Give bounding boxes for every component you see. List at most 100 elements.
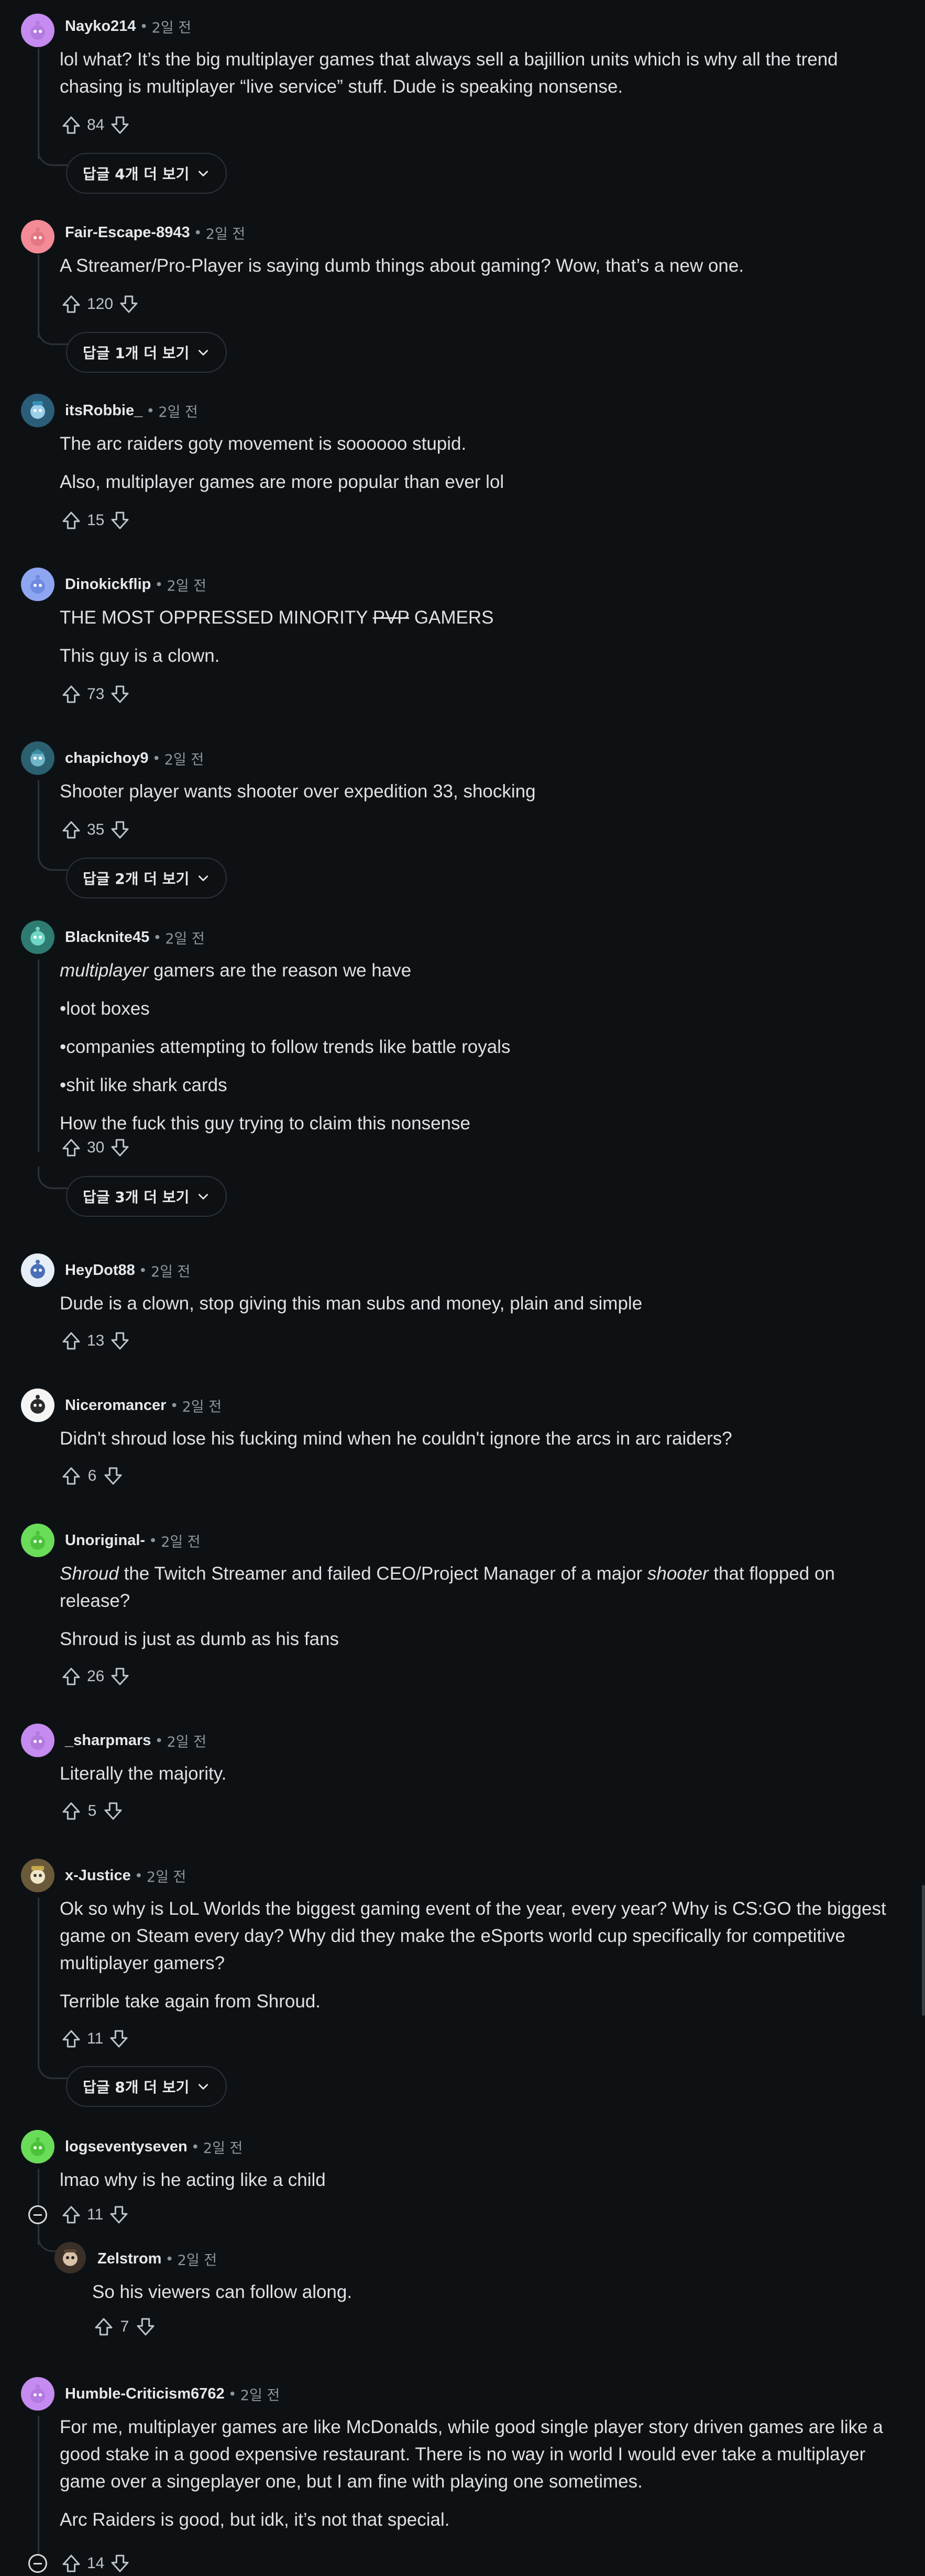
username[interactable]: Fair-Escape-8943 xyxy=(65,224,190,241)
avatar[interactable] xyxy=(21,1724,54,1757)
comment-text: Shooter player wants shooter over expedi… xyxy=(60,781,536,802)
downvote-button[interactable] xyxy=(107,817,133,842)
chevron-down-icon xyxy=(199,171,208,176)
comment-text: Shroud the Twitch Streamer and failed CE… xyxy=(60,1560,894,1615)
username[interactable]: _sharpmars xyxy=(65,1732,151,1749)
downvote-button[interactable] xyxy=(107,113,133,138)
username[interactable]: Humble-Criticism6762 xyxy=(65,2385,225,2403)
avatar[interactable] xyxy=(21,568,54,601)
avatar[interactable] xyxy=(21,2377,54,2411)
upvote-icon xyxy=(62,116,80,134)
comment-text: Arc Raiders is good, but idk, it’s not t… xyxy=(60,2510,450,2530)
comment-header: HeyDot88 • 2일 전 xyxy=(65,1260,190,1281)
username[interactable]: Zelstrom xyxy=(97,2250,161,2268)
thread-line xyxy=(38,1897,39,2064)
avatar[interactable] xyxy=(21,2130,54,2163)
downvote-button[interactable] xyxy=(133,2314,158,2339)
avatar[interactable] xyxy=(21,220,54,253)
comment-header: Unoriginal- • 2일 전 xyxy=(65,1530,201,1551)
vote-bar: 30 xyxy=(59,1135,133,1160)
upvote-button[interactable] xyxy=(59,1463,84,1489)
thread-elbow xyxy=(38,2229,58,2252)
upvote-button[interactable] xyxy=(59,2202,84,2227)
username[interactable]: Dinokickflip xyxy=(65,576,151,593)
separator-dot: • xyxy=(156,575,162,593)
username[interactable]: Nayko214 xyxy=(65,18,136,35)
avatar[interactable] xyxy=(21,920,54,954)
more-replies-button[interactable]: 답글 1개 더 보기 xyxy=(66,332,227,373)
avatar[interactable] xyxy=(21,741,54,775)
collapse-thread-button[interactable] xyxy=(28,2205,47,2224)
vote-count: 15 xyxy=(87,512,105,529)
timestamp: 2일 전 xyxy=(151,19,192,36)
upvote-button[interactable] xyxy=(59,2551,84,2576)
avatar[interactable] xyxy=(21,1859,54,1892)
upvote-button[interactable] xyxy=(59,1135,84,1160)
upvote-button[interactable] xyxy=(59,1328,84,1353)
username[interactable]: Niceromancer xyxy=(65,1397,166,1414)
username[interactable]: Unoriginal- xyxy=(65,1532,145,1549)
collapse-thread-button[interactable] xyxy=(28,2554,47,2573)
downvote-button[interactable] xyxy=(116,292,141,317)
upvote-button[interactable] xyxy=(59,508,84,533)
scrollbar[interactable] xyxy=(922,1885,925,2016)
comment-text: •companies attempting to follow trends l… xyxy=(60,1037,511,1057)
avatar[interactable] xyxy=(21,394,54,427)
separator-dot: • xyxy=(141,17,147,35)
more-replies-label: 답글 2개 더 보기 xyxy=(83,870,190,887)
comment-body: lmao why is he acting like a child xyxy=(60,2167,894,2205)
upvote-button[interactable] xyxy=(59,292,84,317)
vote-count: 6 xyxy=(87,1467,97,1484)
separator-dot: • xyxy=(195,224,201,241)
more-replies-button[interactable]: 답글 2개 더 보기 xyxy=(66,858,227,898)
more-replies-button[interactable]: 답글 3개 더 보기 xyxy=(66,1176,227,1217)
downvote-icon xyxy=(111,2555,129,2572)
upvote-button[interactable] xyxy=(59,2026,84,2051)
username[interactable]: logseventyseven xyxy=(65,2138,188,2156)
downvote-button[interactable] xyxy=(107,1328,133,1353)
username[interactable]: itsRobbie_ xyxy=(65,402,142,419)
downvote-icon xyxy=(110,2206,128,2224)
downvote-button[interactable] xyxy=(101,1463,126,1489)
avatar[interactable] xyxy=(54,2242,86,2273)
upvote-button[interactable] xyxy=(59,817,84,842)
upvote-button[interactable] xyxy=(59,1664,84,1689)
downvote-button[interactable] xyxy=(101,1798,126,1824)
upvote-icon xyxy=(95,2318,113,2336)
username[interactable]: x-Justice xyxy=(65,1867,131,1884)
upvote-icon xyxy=(62,685,80,703)
upvote-button[interactable] xyxy=(59,682,84,707)
comment-text: Dude is a clown, stop giving this man su… xyxy=(60,1293,643,1314)
comment-text: The arc raiders goty movement is soooooo… xyxy=(60,434,467,454)
downvote-button[interactable] xyxy=(107,508,133,533)
upvote-button[interactable] xyxy=(59,1798,84,1824)
avatar[interactable] xyxy=(21,1389,54,1422)
downvote-button[interactable] xyxy=(106,2026,131,2051)
comment-header: Niceromancer • 2일 전 xyxy=(65,1395,222,1416)
timestamp: 2일 전 xyxy=(167,578,206,594)
downvote-icon xyxy=(111,512,129,529)
comment-text: THE MOST OPPRESSED MINORITY PVP GAMERS xyxy=(60,604,894,631)
downvote-button[interactable] xyxy=(107,2551,133,2576)
vote-count: 11 xyxy=(87,2030,104,2047)
comment-text: Terrible take again from Shroud. xyxy=(60,1991,321,2012)
downvote-button[interactable] xyxy=(107,682,133,707)
downvote-icon xyxy=(111,1668,129,1685)
avatar[interactable] xyxy=(21,14,54,47)
snoo-avatar-icon xyxy=(30,749,45,767)
downvote-button[interactable] xyxy=(107,1135,133,1160)
downvote-button[interactable] xyxy=(107,1664,133,1689)
vote-bar: 35 xyxy=(59,817,133,842)
more-replies-button[interactable]: 답글 4개 더 보기 xyxy=(66,153,227,194)
avatar[interactable] xyxy=(21,1253,54,1287)
downvote-button[interactable] xyxy=(106,2202,131,2227)
username[interactable]: chapichoy9 xyxy=(65,750,149,767)
upvote-button[interactable] xyxy=(59,113,84,138)
username[interactable]: HeyDot88 xyxy=(65,1262,135,1279)
more-replies-button[interactable]: 답글 8개 더 보기 xyxy=(66,2066,227,2107)
avatar[interactable] xyxy=(21,1524,54,1557)
username[interactable]: Blacknite45 xyxy=(65,929,149,946)
upvote-icon xyxy=(62,1467,80,1485)
snoo-avatar-icon xyxy=(30,1531,45,1550)
upvote-button[interactable] xyxy=(91,2314,116,2339)
